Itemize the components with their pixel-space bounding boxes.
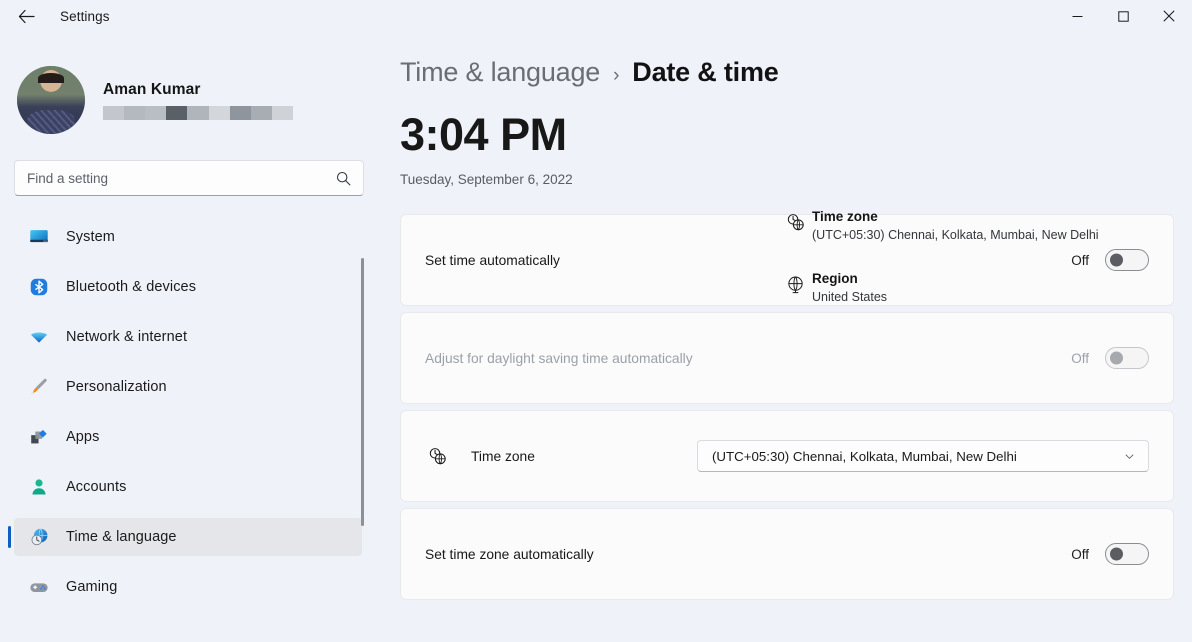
sidebar-item-label: Time & language bbox=[66, 529, 177, 545]
wifi-icon bbox=[28, 326, 50, 348]
clock-globe-mono-icon bbox=[778, 209, 812, 233]
main-content: Time & language › Date & time 3:04 PM Tu… bbox=[378, 32, 1192, 642]
toggle-knob bbox=[1110, 352, 1123, 365]
sidebar-scrollbar[interactable] bbox=[361, 258, 364, 526]
apps-icon bbox=[28, 426, 50, 448]
close-icon bbox=[1163, 10, 1175, 22]
info-title: Region bbox=[812, 271, 887, 286]
clock-globe-icon bbox=[28, 526, 50, 548]
page-title: Date & time bbox=[632, 57, 778, 88]
info-row: Time zone (UTC+05:30) Chennai, Kolkata, M… bbox=[778, 209, 1192, 242]
sidebar-item-label: Personalization bbox=[66, 379, 167, 395]
sidebar-item-label: Gaming bbox=[66, 579, 117, 595]
info-subtitle: United States bbox=[812, 290, 887, 304]
window-controls bbox=[1054, 0, 1192, 32]
user-email-redacted bbox=[103, 106, 293, 120]
person-icon bbox=[28, 476, 50, 498]
breadcrumb: Time & language › Date & time bbox=[400, 57, 1192, 88]
current-date: Tuesday, September 6, 2022 bbox=[400, 172, 1192, 187]
sidebar-item-network-internet[interactable]: Network & internet bbox=[14, 318, 362, 356]
title-bar: Settings bbox=[0, 0, 1192, 32]
dropdown-value: (UTC+05:30) Chennai, Kolkata, Mumbai, Ne… bbox=[712, 449, 1122, 464]
sidebar-item-label: Bluetooth & devices bbox=[66, 279, 196, 295]
toggle-state-label: Off bbox=[1071, 351, 1089, 366]
sidebar-item-label: Apps bbox=[66, 429, 99, 445]
info-panel: Time zone (UTC+05:30) Chennai, Kolkata, M… bbox=[778, 209, 1192, 333]
clock-globe-mono-icon bbox=[785, 212, 806, 233]
sidebar: Aman Kumar System Bluetooth & devices bbox=[0, 32, 378, 642]
chevron-down-icon bbox=[1122, 449, 1137, 464]
minimize-icon bbox=[1072, 11, 1083, 22]
person-icon bbox=[28, 476, 50, 498]
clock-globe-mono-icon bbox=[425, 446, 449, 467]
gamepad-icon bbox=[28, 576, 50, 598]
sidebar-item-label: System bbox=[66, 229, 115, 245]
app-title: Settings bbox=[60, 9, 110, 24]
sidebar-item-accounts[interactable]: Accounts bbox=[14, 468, 362, 506]
setting-card: Set time zone automaticallyOff bbox=[400, 508, 1174, 600]
toggle-group: Off bbox=[1071, 347, 1149, 369]
toggle-switch[interactable] bbox=[1105, 249, 1149, 271]
toggle-knob bbox=[1110, 254, 1123, 267]
sidebar-item-personalization[interactable]: Personalization bbox=[14, 368, 362, 406]
apps-icon bbox=[28, 426, 50, 448]
user-name: Aman Kumar bbox=[103, 81, 293, 99]
sidebar-item-gaming[interactable]: Gaming bbox=[14, 568, 362, 606]
info-subtitle: (UTC+05:30) Chennai, Kolkata, Mumbai, Ne… bbox=[812, 228, 1099, 242]
maximize-button[interactable] bbox=[1100, 0, 1146, 32]
setting-card: Time zone (UTC+05:30) Chennai, Kolkata, M… bbox=[400, 410, 1174, 502]
close-button[interactable] bbox=[1146, 0, 1192, 32]
search-box[interactable] bbox=[14, 160, 364, 196]
current-time: 3:04 PM bbox=[400, 112, 1192, 157]
sidebar-item-apps[interactable]: Apps bbox=[14, 418, 362, 456]
toggle-state-label: Off bbox=[1071, 547, 1089, 562]
back-button[interactable] bbox=[6, 1, 46, 31]
wifi-icon bbox=[28, 326, 50, 348]
toggle-switch bbox=[1105, 347, 1149, 369]
globe-icon bbox=[785, 274, 806, 295]
monitor-icon bbox=[28, 226, 50, 248]
sidebar-item-label: Network & internet bbox=[66, 329, 187, 345]
paintbrush-icon bbox=[28, 376, 50, 398]
setting-label: Set time zone automatically bbox=[425, 547, 1071, 562]
clock-globe-mono-icon bbox=[427, 446, 448, 467]
toggle-switch[interactable] bbox=[1105, 543, 1149, 565]
gamepad-icon bbox=[28, 576, 50, 598]
maximize-icon bbox=[1118, 11, 1129, 22]
info-row: Region United States bbox=[778, 271, 1192, 304]
clock-globe-icon bbox=[28, 526, 50, 548]
toggle-group: Off bbox=[1071, 543, 1149, 565]
sidebar-item-bluetooth-devices[interactable]: Bluetooth & devices bbox=[14, 268, 362, 306]
bluetooth-icon bbox=[28, 276, 50, 298]
sidebar-item-system[interactable]: System bbox=[14, 218, 362, 256]
setting-label: Adjust for daylight saving time automati… bbox=[425, 351, 1071, 366]
user-profile[interactable]: Aman Kumar bbox=[17, 66, 378, 134]
breadcrumb-separator-icon: › bbox=[613, 65, 619, 87]
toggle-knob bbox=[1110, 548, 1123, 561]
sidebar-item-label: Accounts bbox=[66, 479, 126, 495]
nav-list: System Bluetooth & devices Network & int… bbox=[0, 218, 378, 606]
sidebar-item-time-language[interactable]: Time & language bbox=[14, 518, 362, 556]
globe-icon bbox=[778, 271, 812, 295]
clock-summary: 3:04 PM Tuesday, September 6, 2022 Time … bbox=[400, 112, 1192, 210]
info-title: Time zone bbox=[812, 209, 1099, 224]
avatar bbox=[17, 66, 85, 134]
timezone-dropdown[interactable]: (UTC+05:30) Chennai, Kolkata, Mumbai, Ne… bbox=[697, 440, 1149, 472]
bluetooth-icon bbox=[28, 276, 50, 298]
back-arrow-icon bbox=[18, 9, 35, 24]
paintbrush-icon bbox=[28, 376, 50, 398]
search-input[interactable] bbox=[27, 171, 336, 186]
monitor-icon bbox=[28, 226, 50, 248]
search-icon bbox=[336, 171, 351, 186]
minimize-button[interactable] bbox=[1054, 0, 1100, 32]
breadcrumb-parent[interactable]: Time & language bbox=[400, 57, 600, 88]
setting-label: Time zone bbox=[471, 449, 697, 464]
setting-lead: Time zone bbox=[425, 446, 697, 467]
